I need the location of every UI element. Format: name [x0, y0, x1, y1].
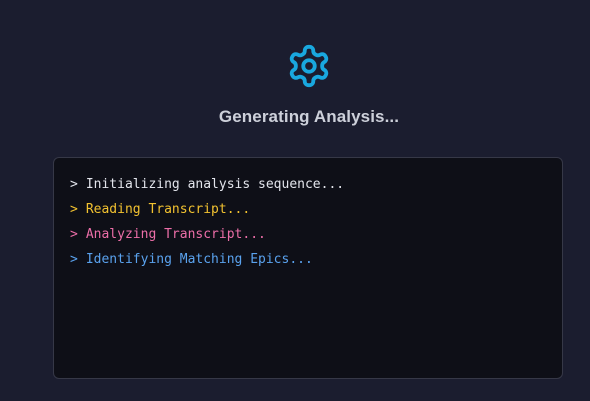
log-line: > Identifying Matching Epics... — [70, 251, 344, 276]
prompt-symbol: > — [70, 177, 78, 192]
prompt-symbol: > — [70, 202, 78, 217]
log-lines: > Initializing analysis sequence... > Read… — [70, 176, 344, 276]
prompt-symbol: > — [70, 227, 78, 242]
analysis-loading-screen: Generating Analysis... > Initializing ana… — [0, 0, 590, 401]
log-line-text: Identifying Matching Epics... — [85, 252, 313, 267]
log-line: > Reading Transcript... — [70, 201, 344, 226]
log-line-text: Reading Transcript... — [85, 202, 251, 217]
log-line-text: Initializing analysis sequence... — [85, 177, 345, 192]
terminal-log-panel: > Initializing analysis sequence... > Read… — [53, 157, 563, 379]
prompt-symbol: > — [70, 252, 78, 267]
gear-icon — [289, 44, 329, 88]
log-line-text: Analyzing Transcript... — [85, 227, 266, 242]
loading-title: Generating Analysis... — [218, 107, 400, 126]
log-line: > Analyzing Transcript... — [70, 226, 344, 251]
log-line: > Initializing analysis sequence... — [70, 176, 344, 201]
